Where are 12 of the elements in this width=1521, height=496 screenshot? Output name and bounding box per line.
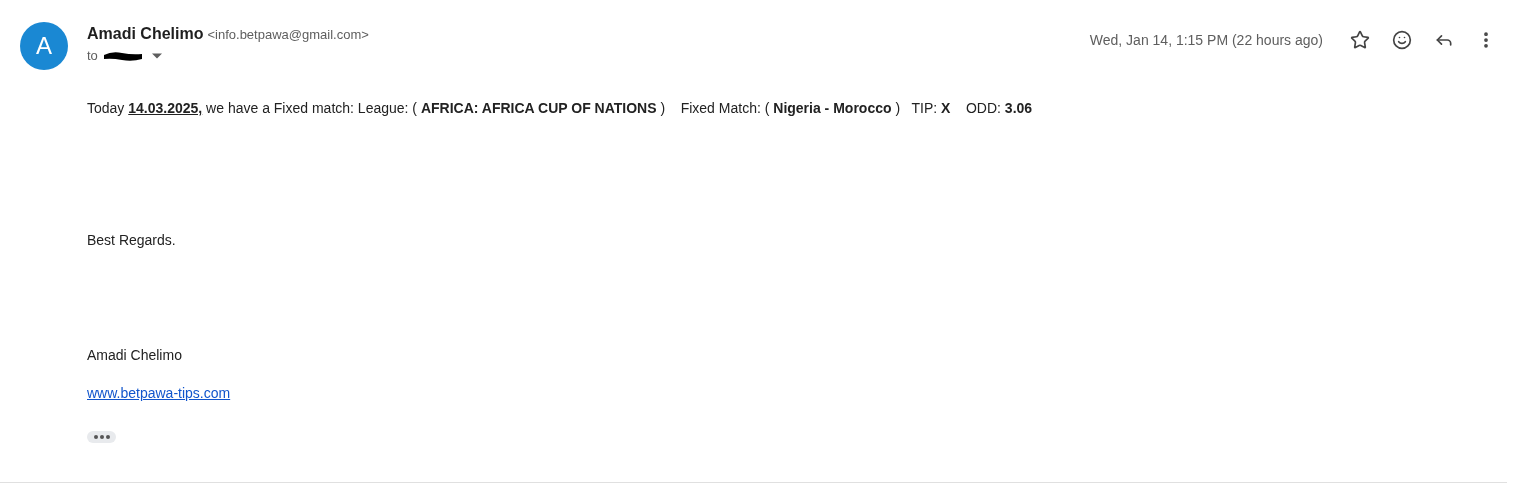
- recipient-label: to: [87, 48, 98, 63]
- show-trimmed-content-button[interactable]: [87, 431, 116, 443]
- closing-text: Best Regards.: [87, 232, 177, 248]
- redaction-mark-icon: [101, 49, 144, 62]
- timestamp: Wed, Jan 14, 1:15 PM (22 hours ago): [1089, 32, 1323, 48]
- signature-name: Amadi Chelimo: [87, 347, 183, 363]
- caret-icon[interactable]: [151, 52, 162, 59]
- sender-name: Amadi Chelimo: [87, 25, 204, 43]
- sender-email: <info.betpawa@gmail.com>: [207, 27, 369, 42]
- website-link[interactable]: www.betpawa-tips.com: [87, 385, 231, 401]
- message-text: Today 14.03.2025, we have a Fixed match: League: ( AFRICA: AFRICA CUP OF NATIONS ) Fixed Match: ( Nigeria - Morocco ) TIP: X ODD: 3.06: [87, 100, 1034, 116]
- sender-avatar: A: [20, 22, 68, 70]
